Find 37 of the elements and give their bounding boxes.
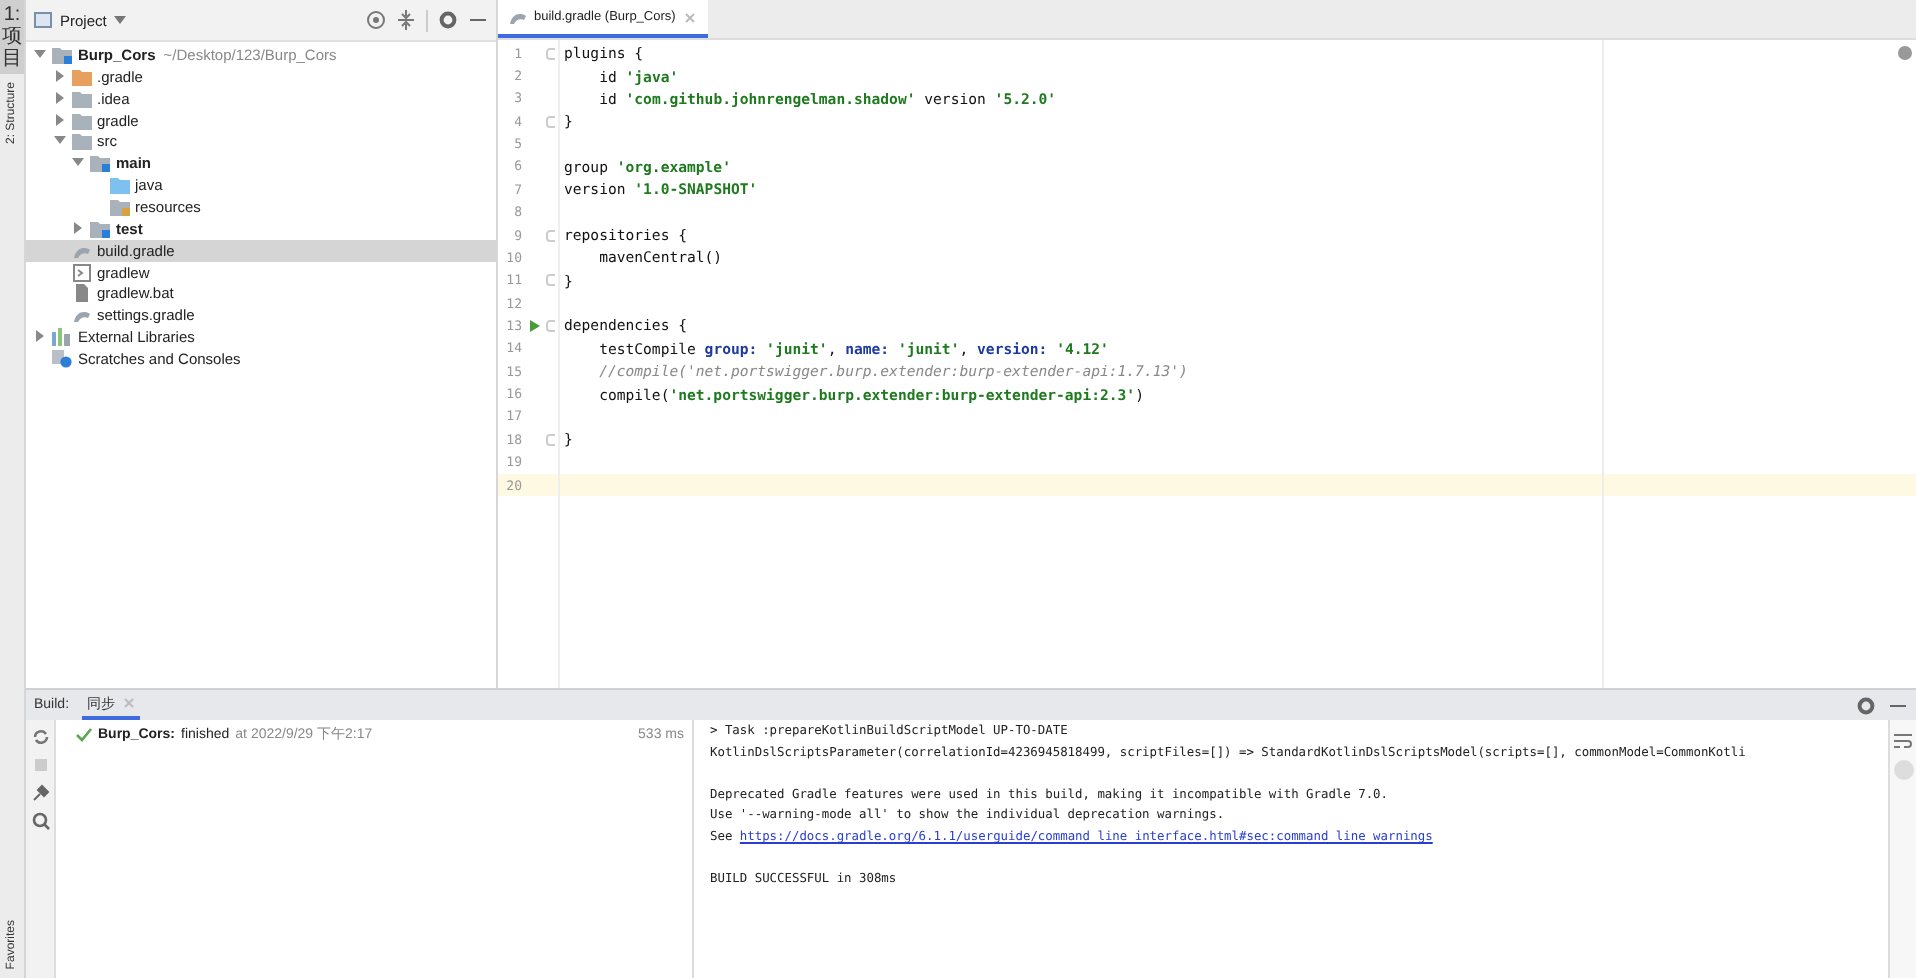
settings-icon[interactable] xyxy=(1856,695,1876,715)
fold-marker-icon[interactable] xyxy=(546,274,556,287)
scratches-icon xyxy=(52,349,72,368)
folder-icon xyxy=(109,176,129,195)
fold-marker-icon[interactable] xyxy=(546,433,556,446)
gradle-file-icon xyxy=(71,306,91,325)
expanded-arrow-icon[interactable] xyxy=(53,134,67,149)
fold-marker-icon[interactable] xyxy=(546,47,556,60)
settings-icon[interactable] xyxy=(438,10,458,30)
expanded-arrow-icon[interactable] xyxy=(34,47,48,62)
collapsed-arrow-icon[interactable] xyxy=(34,330,48,345)
close-icon[interactable] xyxy=(683,11,696,23)
folder-icon xyxy=(90,154,110,173)
tool-window-tab[interactable]: 1: 项目 xyxy=(0,0,24,74)
gradle-file-icon xyxy=(510,10,526,24)
collapsed-arrow-icon[interactable] xyxy=(72,221,86,236)
fold-marker-icon[interactable] xyxy=(546,115,556,128)
locate-icon[interactable] xyxy=(366,10,386,30)
expanded-arrow-icon[interactable] xyxy=(72,156,86,171)
run-icon[interactable] xyxy=(529,319,539,332)
panel-icon xyxy=(34,12,52,28)
folder-icon xyxy=(52,45,72,64)
collapsed-arrow-icon[interactable] xyxy=(53,113,67,127)
fold-marker-icon[interactable] xyxy=(546,319,556,332)
sync-icon[interactable] xyxy=(31,728,49,746)
folder-icon xyxy=(109,197,129,216)
inspection-icon[interactable] xyxy=(1898,46,1912,60)
fold-marker-icon[interactable] xyxy=(546,229,556,242)
collapse-icon[interactable] xyxy=(396,10,416,30)
script-file-icon xyxy=(71,263,91,282)
libraries-icon xyxy=(52,328,72,347)
collapsed-arrow-icon[interactable] xyxy=(53,69,67,84)
file-icon xyxy=(71,284,91,303)
folder-icon xyxy=(90,219,110,238)
collapsed-arrow-icon[interactable] xyxy=(53,91,67,106)
soft-wrap-icon[interactable] xyxy=(1894,732,1912,750)
caret-icon xyxy=(114,16,127,24)
